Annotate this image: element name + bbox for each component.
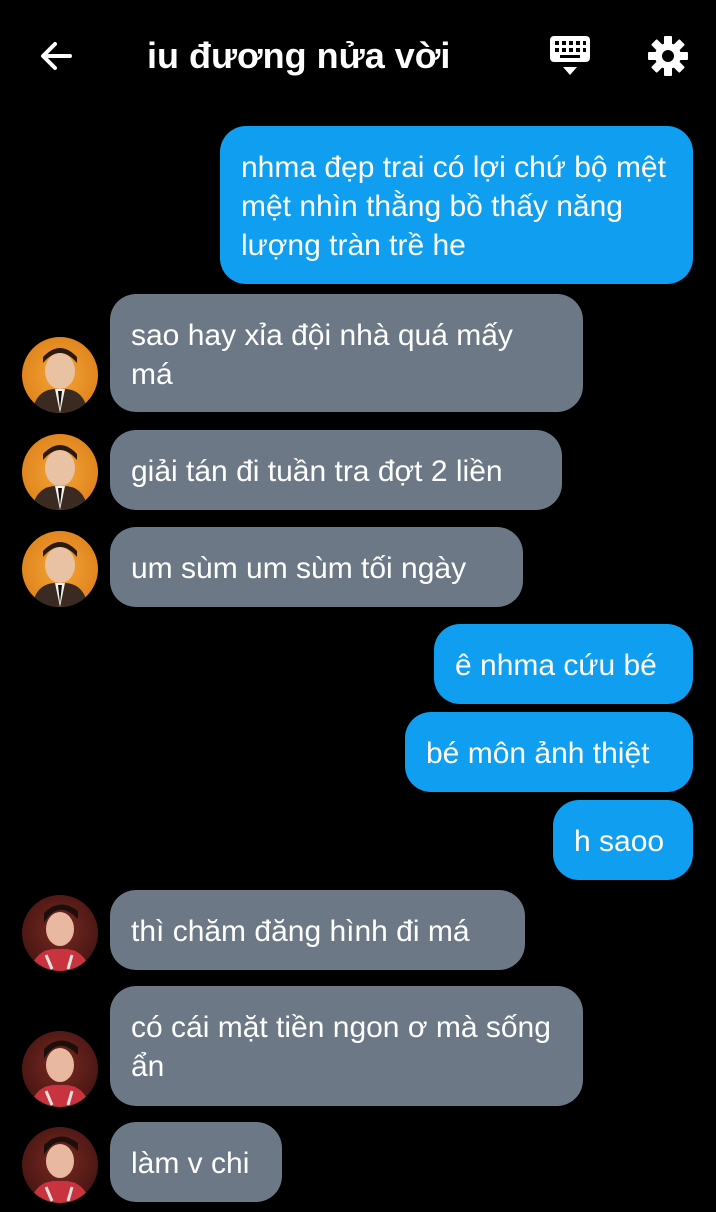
- contact-photo: [30, 904, 90, 971]
- message-bubble-received[interactable]: um sùm um sùm tối ngày: [110, 527, 523, 607]
- avatar[interactable]: [22, 337, 98, 413]
- keyboard-button[interactable]: [544, 30, 596, 82]
- avatar[interactable]: [22, 1127, 98, 1203]
- contact-photo: [32, 348, 88, 413]
- contact-photo: [32, 445, 88, 510]
- message-bubble-sent[interactable]: nhma đẹp trai có lợi chứ bộ mệt mệt nhìn…: [220, 126, 693, 284]
- avatar[interactable]: [22, 895, 98, 971]
- message-bubble-received[interactable]: sao hay xỉa đội nhà quá mấy má: [110, 294, 583, 412]
- avatar[interactable]: [22, 531, 98, 607]
- message-bubble-received[interactable]: làm v chi: [110, 1122, 282, 1202]
- message-bubble-sent[interactable]: bé môn ảnh thiệt: [405, 712, 693, 792]
- avatar[interactable]: [22, 434, 98, 510]
- avatar[interactable]: [22, 1031, 98, 1107]
- contact-photo: [30, 1040, 90, 1107]
- message-bubble-received[interactable]: giải tán đi tuần tra đợt 2 liền: [110, 430, 562, 510]
- message-bubble-received[interactable]: có cái mặt tiền ngon ơ mà sống ẩn: [110, 986, 583, 1106]
- gear-icon: [648, 36, 688, 76]
- chat-header: iu đương nửa vời: [0, 0, 716, 112]
- keyboard-icon: [550, 36, 590, 75]
- message-bubble-received[interactable]: thì chăm đăng hình đi má: [110, 890, 525, 970]
- chat-title: iu đương nửa vời: [147, 35, 451, 76]
- message-bubble-sent[interactable]: ê nhma cứu bé: [434, 624, 693, 704]
- back-button[interactable]: [30, 30, 82, 82]
- contact-photo: [32, 542, 88, 607]
- message-bubble-sent[interactable]: h saoo: [553, 800, 693, 880]
- contact-photo: [30, 1136, 90, 1203]
- arrow-left-icon: [41, 42, 72, 70]
- settings-button[interactable]: [642, 30, 694, 82]
